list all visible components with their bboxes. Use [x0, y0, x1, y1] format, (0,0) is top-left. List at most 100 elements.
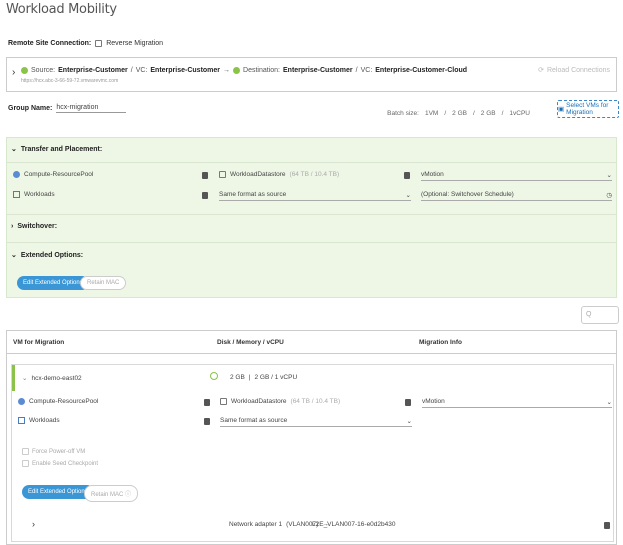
network-target-value: L2E_VLAN007-16-e0d2b430	[312, 521, 396, 528]
select-vms-label: Select VMs for Migration	[566, 102, 609, 116]
select-vms-button[interactable]: ▣ Select VMs for Migration	[557, 100, 619, 118]
chevron-right-icon[interactable]: ›	[32, 519, 35, 529]
migration-value: vMotion	[421, 171, 444, 178]
vm-folder-field[interactable]: Workloads	[18, 417, 60, 424]
edit-extended-options-button[interactable]: Edit Extended Options	[17, 276, 89, 290]
switchover-schedule-field[interactable]: (Optional: Switchover Schedule) ◷	[421, 191, 612, 201]
vm-resources: 2 GB | 2 GB / 1 vCPU	[230, 374, 298, 381]
extended-header[interactable]: ⌄ Extended Options:	[11, 251, 84, 260]
seed-checkpoint-option[interactable]: Enable Seed Checkpoint	[22, 460, 98, 467]
force-poweroff-option[interactable]: Force Power-off VM	[22, 448, 85, 455]
batch-cpu: 1vCPU	[509, 110, 530, 117]
force-poweroff-label: Force Power-off VM	[32, 448, 86, 455]
folder-picker-icon[interactable]	[202, 192, 208, 199]
vm-retain-mac-button[interactable]: Retain MAC ⓘ	[84, 485, 139, 502]
force-poweroff-checkbox[interactable]	[22, 448, 29, 455]
vm-format-value: Same format as source	[220, 417, 288, 424]
batch-vms: 1VM	[424, 110, 439, 117]
vm-icon: ▣	[558, 106, 565, 113]
table-header: VM for Migration Disk / Memory / vCPU Mi…	[7, 331, 616, 354]
vm-compute-value: Compute-ResourcePool	[29, 398, 99, 405]
vm-datastore-value: WorkloadDatastore	[231, 398, 287, 405]
schedule-value: (Optional: Switchover Schedule)	[421, 191, 514, 198]
batch-disk: 2 GB	[452, 110, 467, 117]
chevron-down-icon: ⌄	[22, 375, 28, 382]
table-row: ⌄ hcx-demo-east02 2 GB | 2 GB / 1 vCPU C…	[11, 364, 614, 542]
resource-pool-icon	[18, 398, 25, 405]
folder-picker-icon[interactable]	[204, 399, 210, 406]
vm-folder-value: Workloads	[29, 417, 60, 424]
batch-separator: /	[501, 110, 504, 117]
folder-picker-icon[interactable]	[202, 172, 208, 179]
default-options-panel: ⌄ Transfer and Placement: Compute-Resour…	[6, 137, 617, 298]
folder-icon	[18, 417, 25, 424]
vm-compute-field[interactable]: Compute-ResourcePool	[18, 398, 98, 405]
datastore-field[interactable]: WorkloadDatastore (64 TB / 10.4 TB)	[219, 171, 339, 178]
seed-checkpoint-checkbox[interactable]	[22, 460, 29, 467]
chevron-down-icon: ⌄	[606, 172, 612, 179]
datastore-picker-icon[interactable]	[405, 399, 411, 406]
source-label: Source:	[31, 67, 56, 74]
switchover-header[interactable]: › Switchover:	[11, 223, 57, 230]
vm-edit-extended-button[interactable]: Edit Extended Options	[22, 485, 94, 499]
chevron-down-icon: ⌄	[606, 399, 612, 406]
group-name-row: Group Name: hcx-migration	[8, 104, 127, 113]
datastore-picker-icon[interactable]	[404, 172, 410, 179]
reload-label: Reload Connections	[546, 66, 610, 74]
group-name-label: Group Name:	[8, 105, 53, 112]
reverse-migration-label: Reverse Migration	[106, 40, 164, 47]
batch-label: Batch size:	[387, 110, 419, 117]
site-pair-bar[interactable]: › Source: Enterprise-Customer / VC: Ente…	[6, 57, 617, 92]
vm-migration-select[interactable]: vMotion ⌄	[422, 398, 612, 408]
source-vc: Enterprise-Customer	[150, 67, 221, 74]
folder-icon	[13, 191, 20, 198]
chevron-down-icon: ⌄	[406, 418, 412, 425]
datastore-size: (64 TB / 10.4 TB)	[289, 171, 340, 178]
dest-label: Destination:	[243, 67, 280, 74]
vm-name: hcx-demo-east02	[31, 374, 82, 382]
arrow-icon: →	[223, 67, 231, 74]
disk-format-select[interactable]: Same format as source ⌄	[219, 191, 411, 201]
transfer-title: Transfer and Placement:	[20, 145, 103, 153]
datastore-icon	[220, 398, 227, 405]
folder-field[interactable]: Workloads	[13, 191, 55, 198]
network-picker-icon[interactable]	[604, 522, 610, 529]
compute-field[interactable]: Compute-ResourcePool	[13, 171, 93, 178]
vm-name-cell[interactable]: ⌄ hcx-demo-east02	[22, 374, 82, 383]
refresh-icon: ⟳	[538, 67, 544, 74]
reverse-migration-checkbox[interactable]	[95, 40, 103, 47]
site-url: https://hcx.abc-3-66-59-72.vmwarevmc.com	[21, 78, 119, 84]
column-migration-info[interactable]: Migration Info	[419, 339, 462, 346]
transfer-header[interactable]: ⌄ Transfer and Placement:	[11, 145, 103, 154]
search-input[interactable]: Q	[581, 306, 619, 324]
remote-site-label: Remote Site Connection:	[8, 40, 92, 47]
dest-site: Enterprise-Customer	[283, 67, 353, 74]
chevron-down-icon: ⌄	[11, 146, 17, 153]
compute-value: Compute-ResourcePool	[24, 171, 94, 178]
folder-value: Workloads	[24, 191, 55, 198]
chevron-right-icon[interactable]: ›	[12, 67, 15, 78]
datastore-value: WorkloadDatastore	[230, 171, 286, 178]
network-target-field[interactable]: L2E_VLAN007-16-e0d2b430	[312, 521, 412, 529]
retain-mac-button[interactable]: Retain MAC	[80, 276, 127, 290]
reload-connections-button[interactable]: ⟳ Reload Connections	[538, 66, 610, 75]
batch-separator: /	[444, 110, 447, 117]
vm-format-select[interactable]: Same format as source ⌄	[220, 417, 412, 427]
column-vm[interactable]: VM for Migration	[13, 339, 64, 346]
batch-size: Batch size: 1VM / 2 GB / 2 GB / 1vCPU	[387, 110, 530, 117]
resource-pool-icon	[13, 171, 20, 178]
chevron-down-icon: ⌄	[11, 252, 17, 259]
vm-table: VM for Migration Disk / Memory / vCPU Mi…	[6, 330, 617, 545]
vc-label: VC:	[360, 67, 373, 74]
vm-datastore-size: (64 TB / 10.4 TB)	[290, 398, 341, 405]
vm-datastore-field[interactable]: WorkloadDatastore (64 TB / 10.4 TB)	[220, 398, 340, 405]
chevron-right-icon: ›	[11, 223, 14, 230]
extended-title: Extended Options:	[20, 251, 84, 259]
folder-picker-icon[interactable]	[204, 418, 210, 425]
chevron-down-icon: ⌄	[405, 192, 411, 199]
column-resources[interactable]: Disk / Memory / vCPU	[217, 339, 284, 346]
page-title: Workload Mobility	[6, 2, 117, 17]
migration-profile-select[interactable]: vMotion ⌄	[421, 171, 612, 181]
network-label: Network adapter 1	[229, 521, 283, 528]
group-name-input[interactable]: hcx-migration	[56, 104, 127, 113]
